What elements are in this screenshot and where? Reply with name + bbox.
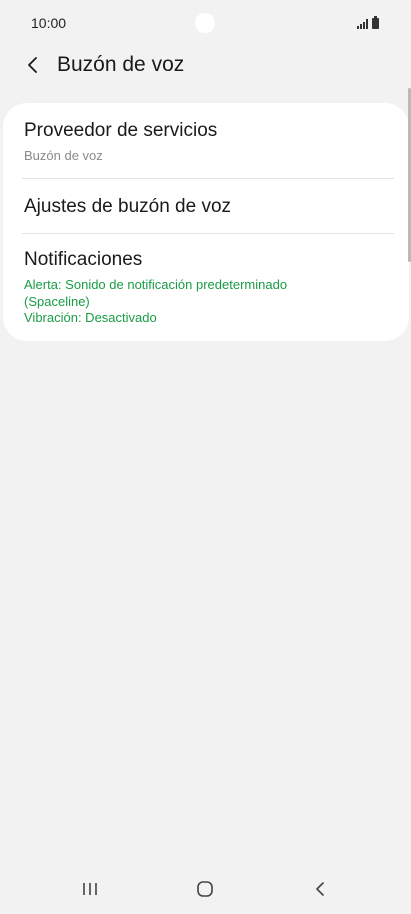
service-provider-title: Proveedor de servicios <box>24 120 218 141</box>
app-header: Buzón de voz <box>0 44 411 88</box>
status-time: 10:00 <box>31 15 67 31</box>
menu-item-voicemail-settings[interactable]: Ajustes de buzón de voz <box>3 179 409 233</box>
notifications-title: Notificaciones <box>24 249 143 270</box>
navigation-bar <box>0 864 411 914</box>
battery-icon <box>372 16 379 29</box>
status-icons <box>357 15 379 29</box>
signal-icon <box>357 19 368 29</box>
nav-back-button[interactable] <box>300 874 340 904</box>
recents-icon <box>83 883 97 895</box>
voicemail-settings-title: Ajustes de buzón de voz <box>24 196 232 217</box>
back-button[interactable] <box>18 50 48 80</box>
menu-item-notifications[interactable]: Notificaciones Alerta: Sonido de notific… <box>3 234 409 341</box>
status-bar: 10:00 <box>0 0 411 44</box>
notification-vibration-text: Vibración: Desactivado <box>24 310 157 325</box>
camera-cutout <box>195 13 215 33</box>
chevron-left-icon <box>28 57 37 73</box>
home-icon <box>197 881 213 897</box>
page-title: Buzón de voz <box>57 53 185 76</box>
recents-button[interactable] <box>70 874 110 904</box>
home-button[interactable] <box>185 874 225 904</box>
menu-item-service-provider[interactable]: Proveedor de servicios Buzón de voz <box>3 103 409 179</box>
notification-alert-text: Alerta: Sonido de notificación predeterm… <box>24 277 288 309</box>
settings-card: Proveedor de servicios Buzón de voz Ajus… <box>3 103 409 341</box>
service-provider-subtitle: Buzón de voz <box>24 148 103 163</box>
back-icon <box>316 882 324 896</box>
